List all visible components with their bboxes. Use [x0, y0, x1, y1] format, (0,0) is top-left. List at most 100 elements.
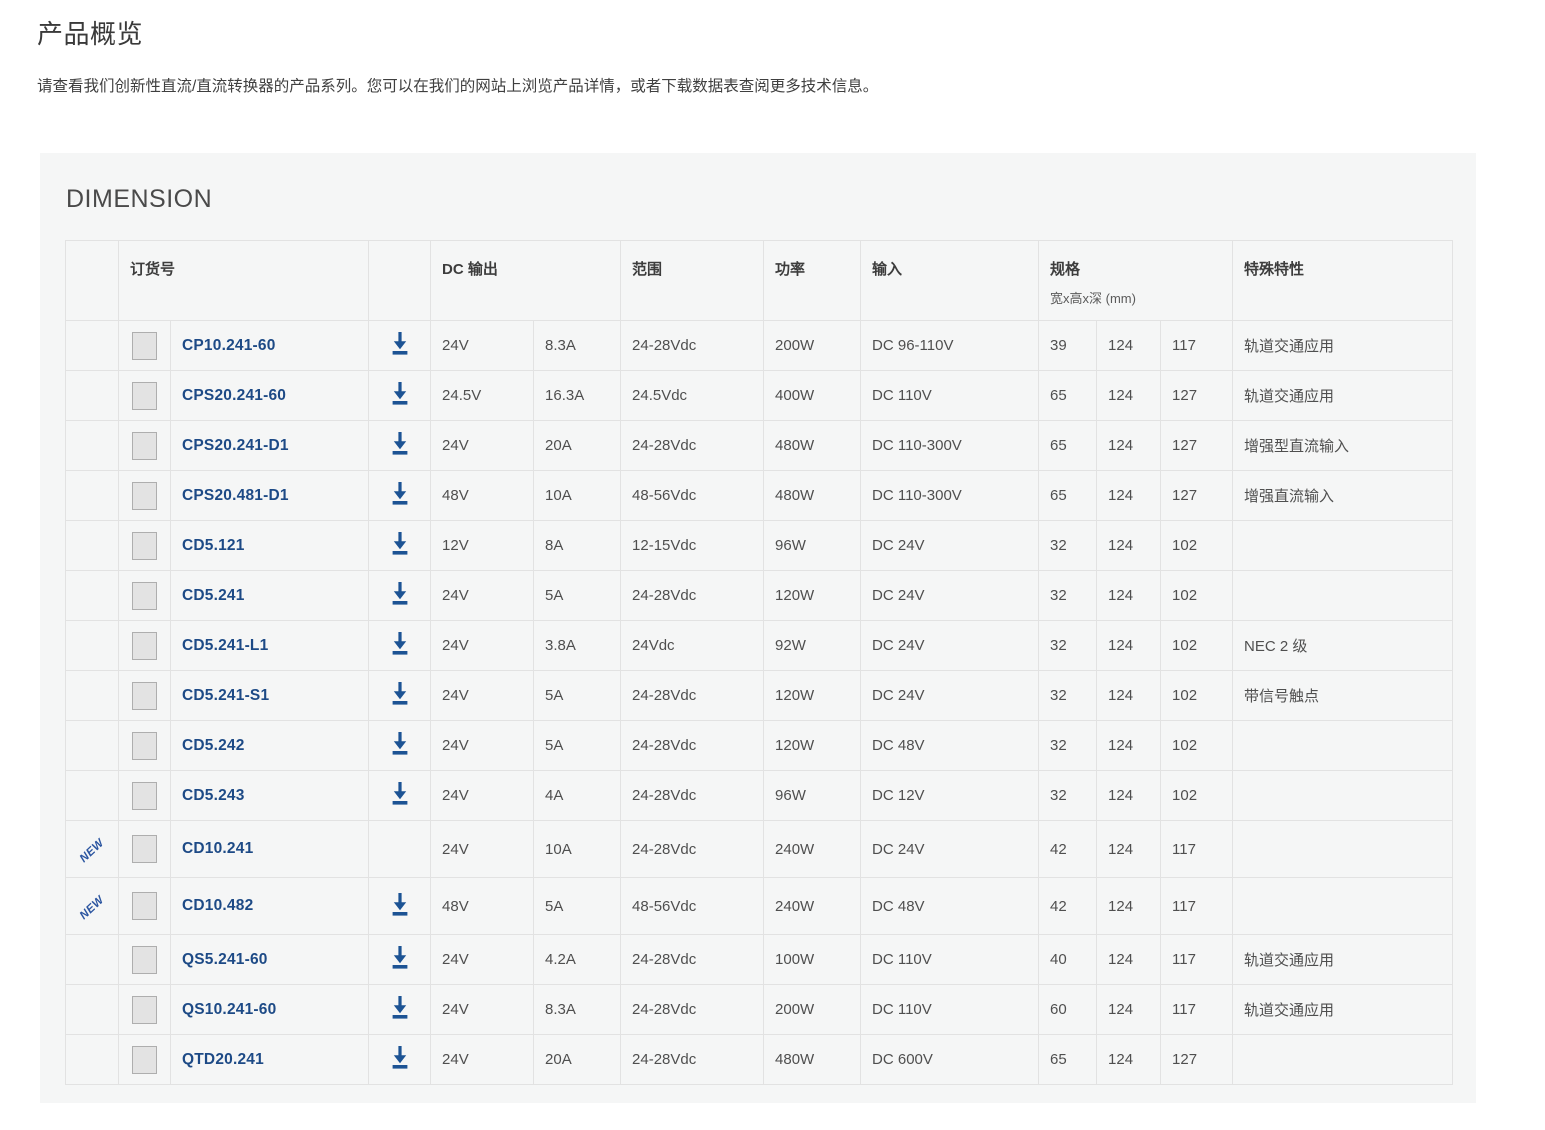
- row-checkbox[interactable]: [132, 946, 157, 974]
- input-cell: DC 24V: [861, 621, 1039, 671]
- header-spec-subtitle: 宽x高x深 (mm): [1050, 288, 1224, 307]
- product-link[interactable]: QS5.241-60: [182, 951, 268, 968]
- row-checkbox[interactable]: [132, 892, 157, 920]
- row-checkbox[interactable]: [132, 732, 157, 760]
- download-icon[interactable]: [390, 782, 410, 805]
- checkbox-cell: [119, 621, 171, 671]
- power-cell: 96W: [764, 771, 861, 821]
- download-icon[interactable]: [390, 582, 410, 605]
- row-checkbox[interactable]: [132, 835, 157, 863]
- depth-cell: 127: [1161, 371, 1233, 421]
- input-cell: DC 48V: [861, 721, 1039, 771]
- product-link[interactable]: CD5.121: [182, 537, 245, 554]
- order-no-cell: CP10.241-60: [171, 321, 369, 371]
- row-checkbox[interactable]: [132, 382, 157, 410]
- height-cell: 124: [1097, 621, 1161, 671]
- width-cell: 65: [1039, 471, 1097, 521]
- row-checkbox[interactable]: [132, 1046, 157, 1074]
- width-cell: 32: [1039, 621, 1097, 671]
- height-cell: 124: [1097, 371, 1161, 421]
- width-cell: 32: [1039, 671, 1097, 721]
- new-badge-cell: NEW: [66, 878, 119, 935]
- download-icon[interactable]: [390, 893, 410, 916]
- height-cell: 124: [1097, 471, 1161, 521]
- range-cell: 24-28Vdc: [621, 985, 764, 1035]
- row-checkbox[interactable]: [132, 532, 157, 560]
- height-cell: 124: [1097, 985, 1161, 1035]
- range-cell: 24-28Vdc: [621, 771, 764, 821]
- page-title: 产品概览: [37, 14, 1545, 51]
- input-cell: DC 24V: [861, 521, 1039, 571]
- product-link[interactable]: CD5.241-L1: [182, 637, 268, 654]
- product-link[interactable]: CPS20.241-60: [182, 387, 286, 404]
- height-cell: 124: [1097, 571, 1161, 621]
- product-link[interactable]: CD5.241-S1: [182, 687, 269, 704]
- table-row: CD5.241-S124V5A24-28Vdc120WDC 24V3212410…: [66, 671, 1453, 721]
- product-link[interactable]: CD10.482: [182, 897, 253, 914]
- download-icon[interactable]: [390, 946, 410, 969]
- width-cell: 60: [1039, 985, 1097, 1035]
- input-cell: DC 96-110V: [861, 321, 1039, 371]
- checkbox-cell: [119, 935, 171, 985]
- height-cell: 124: [1097, 421, 1161, 471]
- order-no-cell: QS5.241-60: [171, 935, 369, 985]
- row-checkbox[interactable]: [132, 582, 157, 610]
- download-icon[interactable]: [390, 732, 410, 755]
- width-cell: 65: [1039, 1035, 1097, 1085]
- dc-current-cell: 20A: [534, 1035, 621, 1085]
- power-cell: 96W: [764, 521, 861, 571]
- header-new-spacer: [66, 241, 119, 321]
- row-checkbox[interactable]: [132, 332, 157, 360]
- row-checkbox[interactable]: [132, 632, 157, 660]
- table-row: QS5.241-6024V4.2A24-28Vdc100WDC 110V4012…: [66, 935, 1453, 985]
- new-badge-cell: [66, 1035, 119, 1085]
- order-no-cell: CPS20.241-D1: [171, 421, 369, 471]
- table-header: 订货号 DC 输出 范围 功率 输入 规格 宽x高x深 (mm) 特殊特性: [66, 241, 1453, 321]
- download-icon[interactable]: [390, 682, 410, 705]
- product-link[interactable]: CD10.241: [182, 840, 253, 857]
- download-icon[interactable]: [390, 332, 410, 355]
- download-icon[interactable]: [390, 482, 410, 505]
- row-checkbox[interactable]: [132, 682, 157, 710]
- product-link[interactable]: CPS20.241-D1: [182, 437, 289, 454]
- checkbox-cell: [119, 521, 171, 571]
- dc-voltage-cell: 24V: [431, 671, 534, 721]
- download-icon[interactable]: [390, 532, 410, 555]
- input-cell: DC 110-300V: [861, 421, 1039, 471]
- product-link[interactable]: CD5.243: [182, 787, 245, 804]
- product-link[interactable]: CD5.241: [182, 587, 245, 604]
- download-cell: [369, 421, 431, 471]
- row-checkbox[interactable]: [132, 782, 157, 810]
- product-link[interactable]: CPS20.481-D1: [182, 487, 289, 504]
- new-badge: NEW: [78, 893, 107, 921]
- dc-current-cell: 5A: [534, 721, 621, 771]
- product-link[interactable]: CP10.241-60: [182, 337, 276, 354]
- new-badge-cell: [66, 471, 119, 521]
- dc-voltage-cell: 24V: [431, 935, 534, 985]
- download-icon[interactable]: [390, 432, 410, 455]
- header-spec: 规格 宽x高x深 (mm): [1039, 241, 1233, 321]
- dc-current-cell: 20A: [534, 421, 621, 471]
- row-checkbox[interactable]: [132, 432, 157, 460]
- download-icon[interactable]: [390, 996, 410, 1019]
- row-checkbox[interactable]: [132, 996, 157, 1024]
- table-row: CD5.12112V8A12-15Vdc96WDC 24V32124102: [66, 521, 1453, 571]
- download-icon[interactable]: [390, 632, 410, 655]
- depth-cell: 102: [1161, 771, 1233, 821]
- row-checkbox[interactable]: [132, 482, 157, 510]
- download-cell: [369, 1035, 431, 1085]
- power-cell: 200W: [764, 321, 861, 371]
- width-cell: 42: [1039, 821, 1097, 878]
- download-cell: [369, 571, 431, 621]
- new-badge-cell: NEW: [66, 821, 119, 878]
- download-icon[interactable]: [390, 1046, 410, 1069]
- dc-voltage-cell: 24V: [431, 985, 534, 1035]
- feature-cell: 增强直流输入: [1233, 471, 1453, 521]
- download-cell: [369, 771, 431, 821]
- dc-voltage-cell: 48V: [431, 471, 534, 521]
- checkbox-cell: [119, 821, 171, 878]
- product-link[interactable]: QTD20.241: [182, 1051, 264, 1068]
- product-link[interactable]: CD5.242: [182, 737, 245, 754]
- product-link[interactable]: QS10.241-60: [182, 1001, 276, 1018]
- download-icon[interactable]: [390, 382, 410, 405]
